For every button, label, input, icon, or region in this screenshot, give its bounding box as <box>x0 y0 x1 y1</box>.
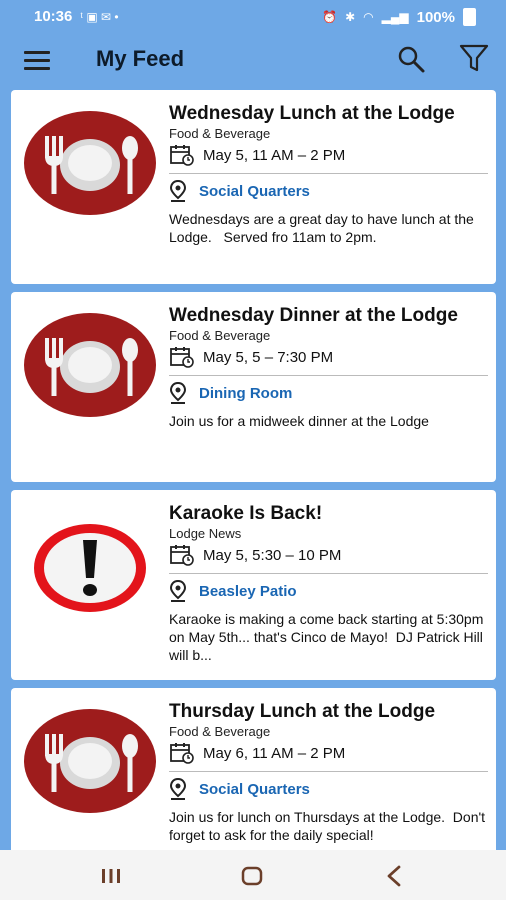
event-title: Karaoke Is Back! <box>169 503 323 524</box>
location-pin-icon <box>169 778 187 800</box>
dining-icon <box>24 111 156 215</box>
event-feed: Wednesday Lunch at the Lodge Food & Beve… <box>11 90 496 850</box>
search-icon <box>398 46 425 73</box>
filter-icon <box>459 44 489 72</box>
status-bar: 10:36 ᵗ ▣ ✉ • ⏰ ✱ ◠ ▂▄▆ 100% <box>0 0 506 34</box>
event-location[interactable]: Beasley Patio <box>169 580 488 602</box>
location-pin-icon <box>169 382 187 404</box>
app-bar: My Feed <box>0 36 506 84</box>
dining-icon <box>24 313 156 417</box>
event-date: May 5, 5:30 – 10 PM <box>169 544 488 566</box>
event-description: Karaoke is making a come back starting a… <box>169 611 488 663</box>
event-location-text: Social Quarters <box>199 182 310 200</box>
alarm-icon: ⏰ <box>322 10 338 24</box>
event-date-text: May 5, 5:30 – 10 PM <box>203 546 342 564</box>
location-pin-icon <box>169 180 187 202</box>
event-location[interactable]: Social Quarters <box>169 180 488 202</box>
event-title: Thursday Lunch at the Lodge <box>169 701 436 722</box>
calendar-icon <box>170 743 194 764</box>
event-location[interactable]: Dining Room <box>169 382 488 404</box>
menu-icon <box>24 51 50 54</box>
event-card[interactable]: Wednesday Dinner at the Lodge Food & Bev… <box>11 292 496 482</box>
notification-icons: ᵗ ▣ ✉ • <box>80 9 119 24</box>
page-title: My Feed <box>96 46 185 71</box>
event-date: May 5, 11 AM – 2 PM <box>169 144 488 166</box>
recent-apps-icon[interactable] <box>100 868 122 884</box>
home-icon[interactable] <box>241 866 263 886</box>
event-location-text: Dining Room <box>199 384 293 402</box>
divider <box>169 375 488 376</box>
event-date: May 6, 11 AM – 2 PM <box>169 742 488 764</box>
divider <box>169 173 488 174</box>
event-details: Thursday Lunch at the Lodge Food & Bever… <box>169 700 488 844</box>
event-date: May 5, 5 – 7:30 PM <box>169 346 488 368</box>
event-title: Wednesday Lunch at the Lodge <box>169 103 455 124</box>
event-details: Karaoke Is Back! Lodge News May 5, 5:30 … <box>169 502 488 664</box>
alert-icon <box>34 524 146 612</box>
event-date-text: May 5, 5 – 7:30 PM <box>203 348 334 366</box>
back-icon[interactable] <box>384 864 404 888</box>
divider <box>169 771 488 772</box>
event-card[interactable]: Thursday Lunch at the Lodge Food & Bever… <box>11 688 496 850</box>
divider <box>169 573 488 574</box>
event-date-text: May 5, 11 AM – 2 PM <box>203 146 346 164</box>
calendar-icon <box>170 347 194 368</box>
event-location-text: Social Quarters <box>199 780 310 798</box>
status-time: 10:36 <box>34 8 73 25</box>
event-title: Wednesday Dinner at the Lodge <box>169 305 458 326</box>
battery-icon <box>463 8 476 26</box>
signal-icon: ▂▄▆ <box>381 10 409 24</box>
event-description: Join us for lunch on Thursdays at the Lo… <box>169 809 489 843</box>
location-pin-icon <box>169 580 187 602</box>
event-location[interactable]: Social Quarters <box>169 778 488 800</box>
system-nav-bar <box>0 850 506 900</box>
battery-level: 100% <box>416 8 455 26</box>
dining-icon <box>24 709 156 813</box>
menu-button[interactable] <box>24 48 50 70</box>
search-button[interactable] <box>396 44 426 74</box>
event-description: Join us for a midweek dinner at the Lodg… <box>169 413 429 429</box>
event-details: Wednesday Dinner at the Lodge Food & Bev… <box>169 304 488 430</box>
event-category: Food & Beverage <box>169 724 271 739</box>
event-card[interactable]: Wednesday Lunch at the Lodge Food & Beve… <box>11 90 496 284</box>
filter-button[interactable] <box>458 42 490 74</box>
event-date-text: May 6, 11 AM – 2 PM <box>203 744 346 762</box>
event-category: Lodge News <box>169 526 242 541</box>
event-category: Food & Beverage <box>169 126 271 141</box>
event-details: Wednesday Lunch at the Lodge Food & Beve… <box>169 102 488 246</box>
calendar-icon <box>170 545 194 566</box>
event-category: Food & Beverage <box>169 328 271 343</box>
bluetooth-icon: ✱ <box>345 10 356 24</box>
event-card[interactable]: Karaoke Is Back! Lodge News May 5, 5:30 … <box>11 490 496 680</box>
event-location-text: Beasley Patio <box>199 582 297 600</box>
wifi-icon: ◠ <box>363 10 374 24</box>
calendar-icon <box>170 145 194 166</box>
event-description: Wednesdays are a great day to have lunch… <box>169 211 478 245</box>
